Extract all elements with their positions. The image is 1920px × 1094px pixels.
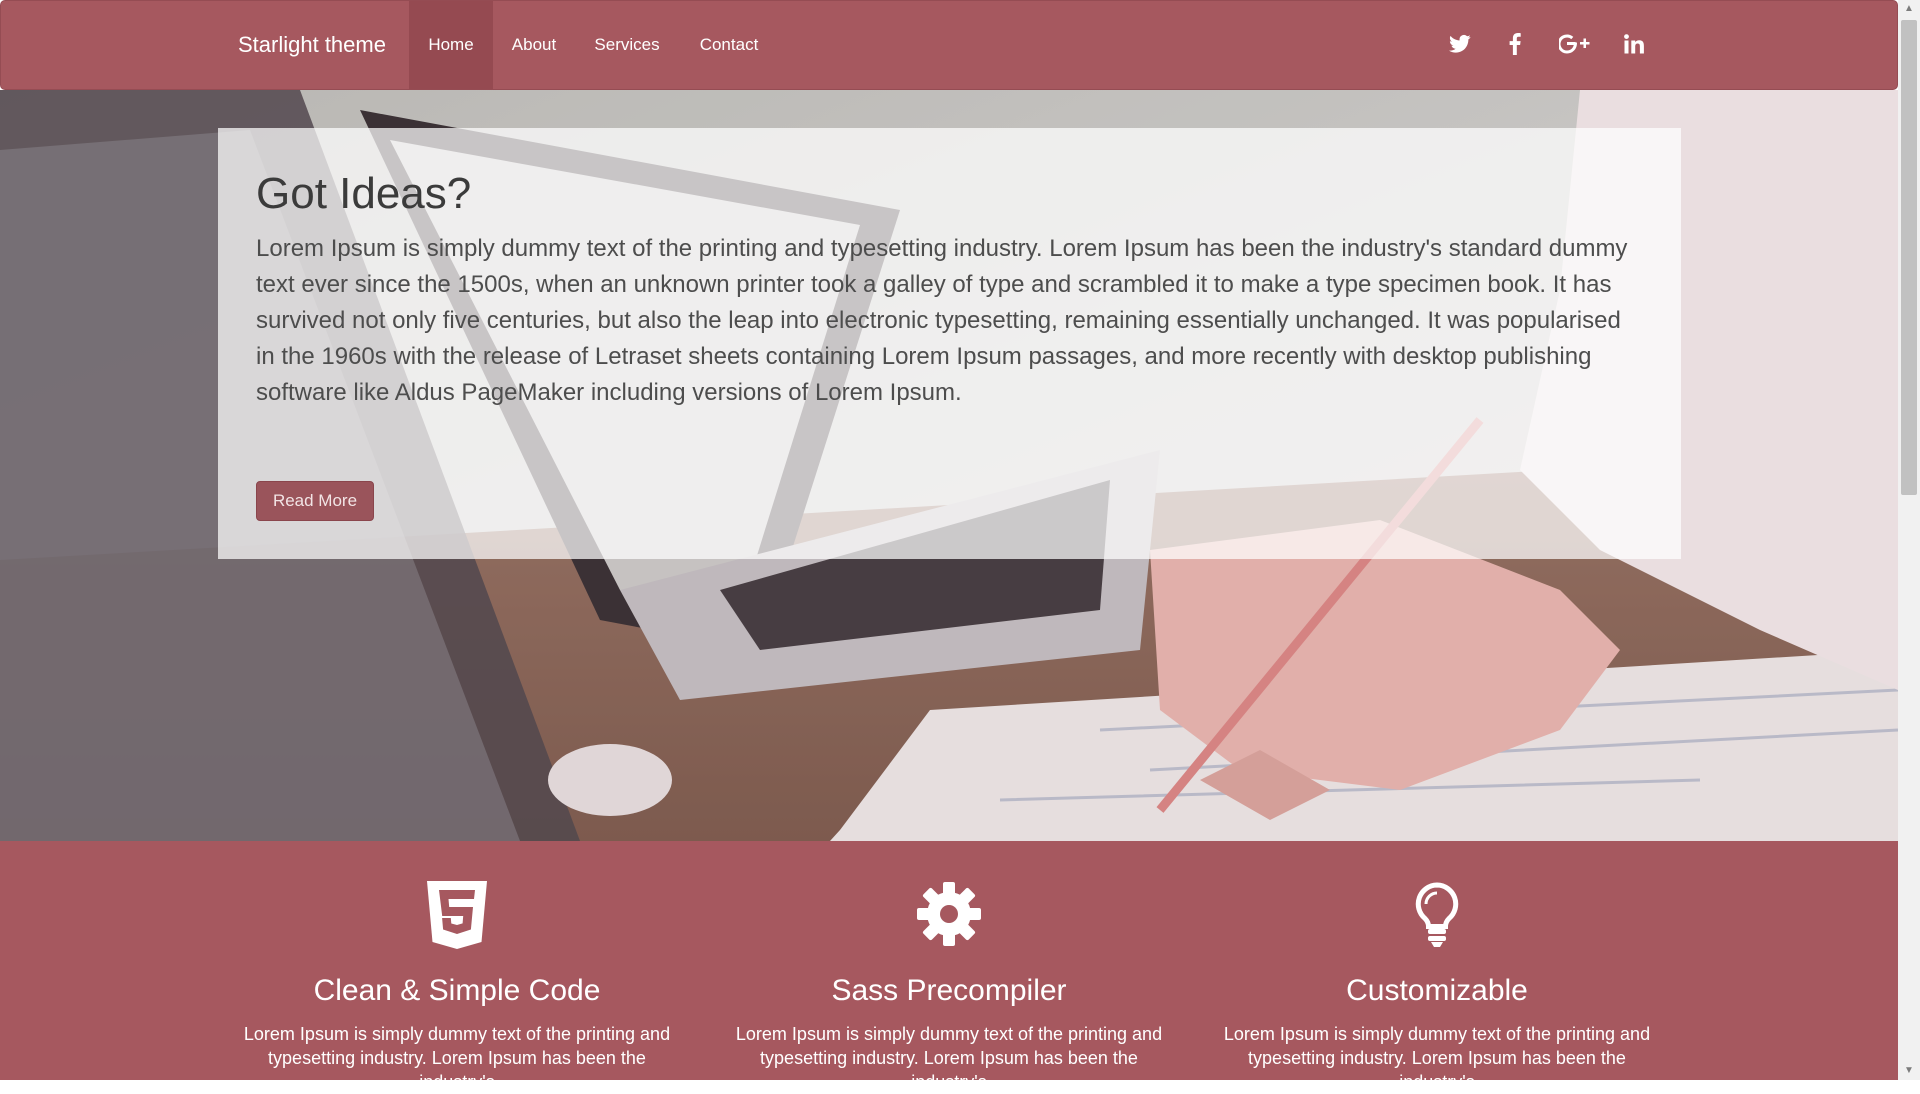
read-more-button[interactable]: Read More: [256, 481, 374, 521]
scroll-up-arrow-icon[interactable]: ▲: [1898, 0, 1920, 18]
hero-section: Got Ideas? Lorem Ipsum is simply dummy t…: [0, 90, 1898, 841]
scrollbar-thumb[interactable]: [1901, 20, 1917, 495]
facebook-icon[interactable]: [1498, 27, 1532, 61]
feature-title: Customizable: [1346, 974, 1528, 1007]
google-plus-icon[interactable]: [1555, 27, 1595, 61]
nav-item-home[interactable]: Home: [409, 1, 493, 89]
lightbulb-icon: [1212, 881, 1662, 947]
linkedin-icon[interactable]: [1617, 27, 1651, 61]
brand-logo[interactable]: Starlight theme: [238, 1, 386, 89]
feature-title: Clean & Simple Code: [313, 974, 601, 1007]
gear-icon: [724, 881, 1174, 947]
feature-text: Lorem Ipsum is simply dummy text of the …: [1223, 1024, 1651, 1092]
page-scrollbar[interactable]: ▲ ▼: [1898, 0, 1920, 1080]
navbar: Starlight theme Home About Services Cont…: [0, 0, 1898, 90]
feature-text: Lorem Ipsum is simply dummy text of the …: [735, 1024, 1163, 1092]
hero-description: Lorem Ipsum is simply dummy text of the …: [256, 234, 1628, 406]
hero-card: Got Ideas? Lorem Ipsum is simply dummy t…: [218, 128, 1681, 559]
html5-icon: [232, 881, 682, 949]
feature-title: Sass Precompiler: [831, 974, 1067, 1007]
feature-text: Lorem Ipsum is simply dummy text of the …: [243, 1024, 671, 1092]
twitter-icon[interactable]: [1443, 27, 1477, 61]
nav-item-contact[interactable]: Contact: [687, 1, 771, 89]
nav-item-services[interactable]: Services: [581, 1, 673, 89]
nav-item-about[interactable]: About: [495, 1, 573, 89]
scroll-down-arrow-icon[interactable]: ▼: [1898, 1062, 1920, 1080]
hero-title: Got Ideas?: [256, 169, 472, 218]
features-section: Clean & Simple Code Lorem Ipsum is simpl…: [0, 841, 1898, 1092]
